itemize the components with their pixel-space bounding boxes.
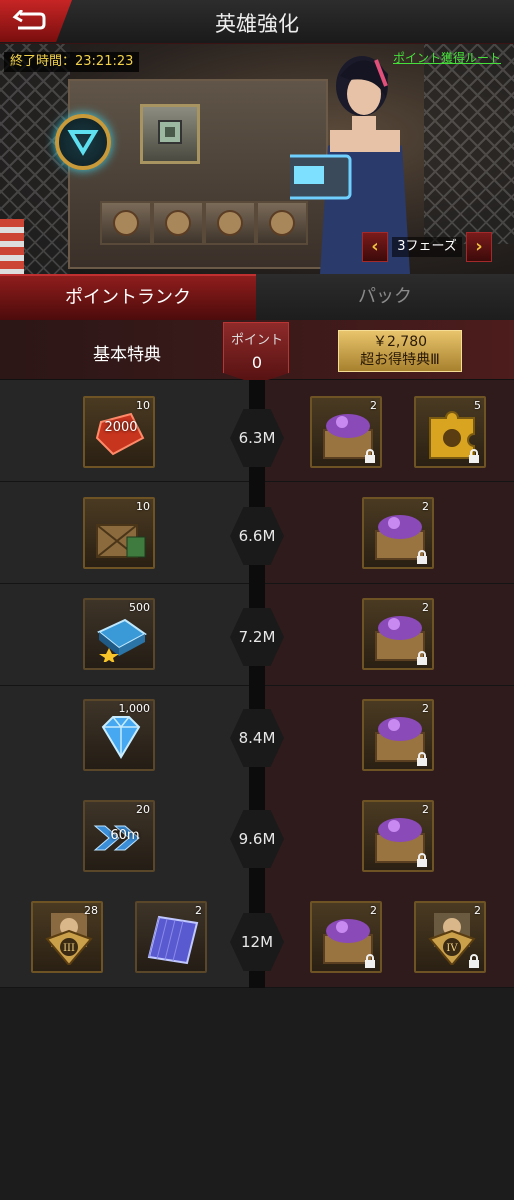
tab-bar: ポイントランク パック — [0, 274, 514, 320]
page-title: 英雄強化 — [215, 12, 299, 36]
supply-crate-icon — [96, 524, 146, 558]
premium-label: 超お得特典Ⅲ — [360, 352, 440, 368]
event-end-time: 終了時間：23:21:23 — [4, 52, 140, 72]
top-bar: 英雄強化 — [0, 0, 514, 44]
reward-item-speedup[interactable]: 60m 20 — [83, 800, 155, 872]
svg-text:III: III — [63, 943, 75, 954]
track-spine — [249, 380, 265, 988]
item-count: 2 — [370, 399, 377, 412]
slot-emblem-icon — [113, 210, 139, 236]
item-count: 500 — [129, 601, 150, 614]
reward-item-blue-chip[interactable]: 500 — [83, 598, 155, 670]
reward-item-supply-crate[interactable]: 10 — [83, 497, 155, 569]
item-count: 2 — [422, 500, 429, 513]
lock-icon — [469, 954, 479, 968]
item-count: 10 — [136, 399, 150, 412]
item-count: 2 — [370, 904, 377, 917]
item-count: 2 — [474, 904, 481, 917]
lock-icon — [417, 853, 427, 867]
reward-item-hero-medal-iii[interactable]: III 28 — [31, 901, 103, 973]
reward-slot[interactable] — [204, 201, 256, 245]
point-badge-value: 0 — [251, 353, 263, 372]
reward-slot-row — [100, 201, 310, 245]
lock-icon — [365, 449, 375, 463]
phase-selector: ‹ 3フェーズ › — [362, 232, 492, 262]
reward-item-blue-diamond[interactable]: 1,000 — [83, 699, 155, 771]
reward-slot[interactable] — [100, 201, 152, 245]
tab-point-rank[interactable]: ポイントランク — [0, 274, 256, 320]
basic-reward-label: 基本特典 — [93, 345, 161, 365]
supply-machine-icon — [140, 104, 200, 164]
traffic-cone — [0, 219, 24, 274]
lock-icon — [417, 651, 427, 665]
reward-item-gold-puzzle[interactable]: 5 — [414, 396, 486, 468]
reward-item-purple-chest[interactable]: 2 — [362, 699, 434, 771]
reward-item-purple-chest[interactable]: 2 — [362, 598, 434, 670]
reward-item-purple-chest[interactable]: 2 — [362, 800, 434, 872]
point-route-link[interactable]: ポイント獲得ルート — [384, 51, 510, 65]
reward-item-purple-chest[interactable]: 2 — [310, 901, 382, 973]
hero-medal-iii-icon: III — [45, 913, 93, 965]
lock-icon — [417, 752, 427, 766]
event-banner: 終了時間：23:21:23 ポイント獲得ルート ‹ 3フェーズ › — [0, 44, 514, 274]
premium-purchase-button[interactable]: ￥2,780 超お得特典Ⅲ — [338, 330, 462, 372]
lock-icon — [469, 449, 479, 463]
item-count: 2 — [422, 601, 429, 614]
reward-item-purple-chest[interactable]: 2 — [310, 396, 382, 468]
reward-item-red-gem[interactable]: 2000 10 — [83, 396, 155, 468]
blueprint-card-icon — [147, 915, 199, 965]
item-count: 10 — [136, 500, 150, 513]
blue-diamond-icon — [101, 716, 141, 759]
reward-item-hero-medal-iv[interactable]: IV 2 — [414, 901, 486, 973]
phase-label: 3フェーズ — [392, 237, 462, 257]
svg-text:IV: IV — [446, 943, 458, 954]
item-count: 20 — [136, 803, 150, 816]
item-count: 2 — [422, 803, 429, 816]
item-count: 5 — [474, 399, 481, 412]
item-value-text: 2000 — [104, 420, 138, 435]
premium-price: ￥2,780 — [372, 334, 428, 350]
phase-next-button[interactable]: › — [466, 232, 492, 262]
slot-emblem-icon — [165, 210, 191, 236]
empty-footer-area — [0, 988, 514, 1200]
item-count: 1,000 — [118, 702, 151, 715]
tab-pack[interactable]: パック — [256, 274, 514, 320]
reward-item-blueprint[interactable]: 2 — [135, 901, 207, 973]
phase-prev-button[interactable]: ‹ — [362, 232, 388, 262]
lock-icon — [365, 954, 375, 968]
item-count: 28 — [84, 904, 98, 917]
blue-chip-icon — [97, 618, 147, 662]
point-badge-label: ポイント — [230, 333, 283, 348]
reward-slot[interactable] — [152, 201, 204, 245]
item-count: 2 — [422, 702, 429, 715]
item-value-text: 60m — [110, 828, 140, 843]
point-badge: ポイント 0 — [223, 322, 289, 384]
lock-icon — [417, 550, 427, 564]
hero-emblem-icon — [55, 114, 111, 170]
reward-item-purple-chest[interactable]: 2 — [362, 497, 434, 569]
slot-emblem-icon — [217, 210, 243, 236]
item-count: 2 — [195, 904, 202, 917]
